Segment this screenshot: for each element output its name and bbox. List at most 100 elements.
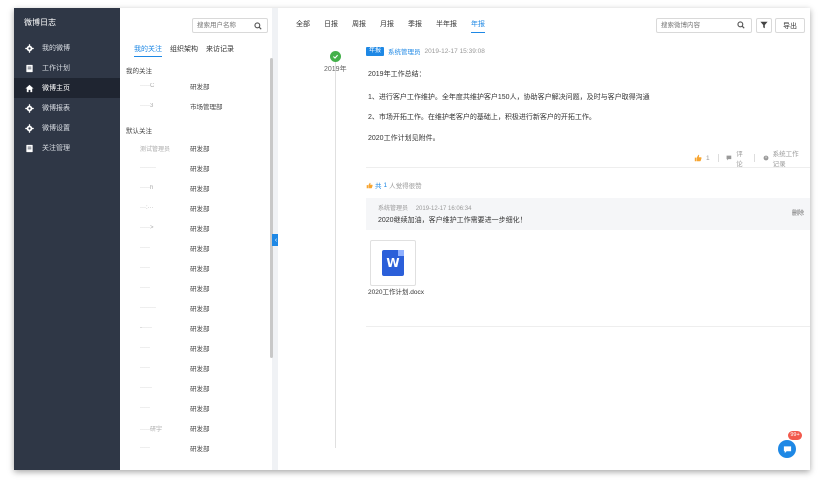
likers-prefix: 共	[375, 183, 382, 190]
word-doc-icon: W	[382, 250, 404, 276]
comment-time: 2019-12-17 16:06:34	[415, 206, 472, 212]
tab-monthly[interactable]: 月报	[380, 19, 394, 33]
sidebar: 微博日志 我的微博 工作计划 微博主页 微博报表 微博设置 关注管理	[14, 8, 120, 470]
list-item[interactable]: ········ 研发部	[120, 158, 270, 178]
list-item[interactable]: -····· 研发部	[120, 318, 270, 338]
list-item[interactable]: ········ 研发部	[120, 298, 270, 318]
gear-icon	[24, 103, 34, 113]
tab-annual[interactable]: 年报	[471, 19, 485, 33]
document-icon	[24, 63, 34, 73]
chat-button[interactable]	[778, 440, 796, 458]
comment-button[interactable]: 评论	[726, 148, 745, 168]
thumbs-up-icon	[694, 154, 702, 162]
sidebar-item-my-weibo[interactable]: 我的微博	[14, 38, 120, 58]
tab-daily[interactable]: 日报	[324, 19, 338, 33]
weibo-search-box	[656, 18, 752, 33]
tab-visit-records[interactable]: 来访记录	[206, 44, 234, 57]
comment-item: 系统管理员 2019-12-17 16:06:34 2020继续加油，客户维护工…	[366, 198, 810, 230]
list-item[interactable]: ····· 研发部	[120, 258, 270, 278]
tab-quarterly[interactable]: 季报	[408, 19, 422, 33]
list-item[interactable]: ·····C 研发部	[120, 76, 270, 96]
timeline-line	[335, 58, 336, 448]
list-item[interactable]: ·····3 市场管理部	[120, 96, 270, 116]
list-item[interactable]: ····· 研发部	[120, 278, 270, 298]
record-icon	[763, 155, 768, 161]
list-item[interactable]: ····· 研发部	[120, 398, 270, 418]
like-button[interactable]: 1	[694, 154, 710, 162]
default-follow-list: 测试管理员 研发部 ········ 研发部 ·····h 研发部 ···:··· 研发…	[120, 138, 270, 458]
divider	[753, 154, 755, 162]
document-icon	[24, 143, 34, 153]
attachment-name[interactable]: 2020工作计划.docx	[366, 288, 426, 298]
thumbs-up-icon	[366, 182, 373, 188]
delete-comment-button[interactable]: 删除	[792, 208, 804, 217]
list-item[interactable]: ·····> 研发部	[120, 218, 270, 238]
chat-unread-badge: 99+	[788, 431, 802, 440]
filter-button[interactable]	[756, 18, 772, 33]
like-count: 1	[706, 154, 710, 162]
sidebar-item-label: 我的微博	[42, 45, 70, 52]
my-follow-list: ·····C 研发部 ·····3 市场管理部	[120, 76, 270, 116]
post-author[interactable]: 系统管理员	[388, 46, 421, 56]
sidebar-item-weibo-home[interactable]: 微博主页	[14, 78, 120, 98]
post-line: 2、市场开拓工作。在维护老客户的基础上，积极进行新客户的开拓工作。	[368, 114, 596, 121]
tab-all[interactable]: 全部	[296, 19, 310, 33]
post-line: 1、进行客户工作维护。全年度共维护客户150人，协助客户解决问题，及时与客户取得…	[368, 94, 650, 101]
export-button[interactable]: 导出	[775, 18, 805, 33]
likers-summary: 共 1 人觉得很赞	[366, 180, 422, 190]
sidebar-item-follow-manage[interactable]: 关注管理	[14, 138, 120, 158]
weibo-search-input[interactable]	[657, 19, 737, 32]
sidebar-item-label: 微博报表	[42, 105, 70, 112]
sidebar-item-work-plan[interactable]: 工作计划	[14, 58, 120, 78]
divider	[366, 167, 810, 168]
comment-label: 评论	[736, 151, 743, 168]
check-icon	[330, 51, 341, 62]
default-follow-title: 默认关注	[126, 128, 152, 135]
list-item[interactable]: ·····h 研发部	[120, 178, 270, 198]
weibo-post: 年报 系统管理员 2019-12-17 15:39:08 2019年工作总结： …	[366, 46, 810, 142]
tab-my-follow[interactable]: 我的关注	[134, 44, 162, 57]
user-search-input[interactable]	[193, 19, 253, 32]
report-filter-tabs: 全部 日报 周报 月报 季报 半年报 年报	[296, 19, 499, 33]
tab-half-year[interactable]: 半年报	[436, 19, 457, 33]
post-line: 2020工作计划见附件。	[368, 135, 440, 142]
my-follow-title: 我的关注	[126, 68, 152, 75]
likers-suffix: 人觉得很赞	[389, 183, 422, 190]
timeline-year: 2019年	[324, 66, 347, 73]
list-item[interactable]: ·····研宇 研发部	[120, 418, 270, 438]
list-item[interactable]: ····· 研发部	[120, 438, 270, 458]
chat-icon	[783, 445, 791, 453]
gear-icon	[24, 43, 34, 53]
list-item[interactable]: ····· 研发部	[120, 358, 270, 378]
search-icon[interactable]	[253, 21, 263, 31]
filter-icon	[760, 21, 768, 31]
sidebar-item-weibo-report[interactable]: 微博报表	[14, 98, 120, 118]
list-item[interactable]: ····· 研发部	[120, 238, 270, 258]
app-title: 微博日志	[24, 18, 56, 27]
user-panel: 我的关注 组织架构 来访记录 我的关注 ·····C研发部 ·····3市场管理…	[120, 8, 273, 470]
post-actions: 1 评论 系统工作记录	[694, 148, 810, 168]
list-item[interactable]: ······ 研发部	[120, 378, 270, 398]
post-meta: 年报 系统管理员 2019-12-17 15:39:08	[366, 46, 810, 56]
divider	[366, 326, 810, 327]
post-time: 2019-12-17 15:39:08	[424, 47, 485, 55]
sidebar-item-label: 微博设置	[42, 125, 70, 132]
comment-meta: 系统管理员 2019-12-17 16:06:34	[378, 203, 477, 212]
post-line: 2019年工作总结：	[368, 71, 426, 78]
list-item[interactable]: 测试管理员 研发部	[120, 138, 270, 158]
sidebar-item-weibo-settings[interactable]: 微博设置	[14, 118, 120, 138]
chevron-left-icon: ‹	[274, 236, 278, 244]
search-icon[interactable]	[737, 20, 745, 31]
divider	[717, 154, 719, 162]
list-item[interactable]: ···:··· 研发部	[120, 198, 270, 218]
list-item[interactable]: ····· 研发部	[120, 338, 270, 358]
tab-org-structure[interactable]: 组织架构	[170, 44, 198, 57]
work-record-button[interactable]: 系统工作记录	[763, 148, 802, 168]
comment-author[interactable]: 系统管理员	[378, 206, 408, 212]
attachment-thumbnail[interactable]: W	[370, 240, 416, 286]
home-icon	[24, 83, 34, 93]
sidebar-item-label: 关注管理	[42, 145, 70, 152]
likers-count[interactable]: 1	[384, 182, 388, 189]
user-list-scrollbar[interactable]	[270, 58, 273, 358]
tab-weekly[interactable]: 周报	[352, 19, 366, 33]
